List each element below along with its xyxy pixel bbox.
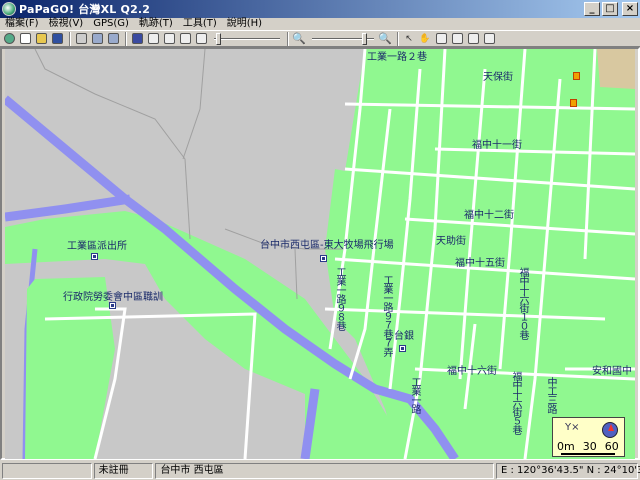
map-mode-2-icon[interactable] [450, 32, 464, 46]
toolbar-separator [125, 31, 127, 46]
play-icon[interactable] [194, 32, 208, 46]
scale-right: 60 [604, 440, 619, 453]
save-icon[interactable] [50, 32, 64, 46]
toolbar-separator [397, 31, 399, 46]
zoom-slider-thumb[interactable] [362, 32, 367, 45]
registration-status: 未註冊 [93, 462, 154, 479]
playback-slider-thumb[interactable] [216, 32, 221, 45]
street-label: 福中十五街 [455, 258, 505, 269]
street-label: 福中十六街５巷 [510, 371, 521, 434]
status-empty [2, 462, 92, 479]
zoom-out-icon[interactable]: 🔍 [292, 32, 306, 46]
status-bar: 未註冊 台中市 西屯區 E : 120°36'43.5" N : 24°10'3… [0, 461, 640, 480]
poi-marker-icon[interactable] [573, 72, 580, 80]
menu-bar: 檔案(F) 檢視(V) GPS(G) 軌跡(T) 工具(T) 說明(H) [0, 18, 640, 30]
street-label: 福中十一街 [472, 140, 522, 151]
menu-view[interactable]: 檢視(V) [44, 18, 89, 30]
new-file-icon[interactable] [18, 32, 32, 46]
place-label: 台中市西屯區-東大牧場飛行場 [260, 240, 394, 251]
location-status: 台中市 西屯區 [155, 462, 494, 479]
record-icon[interactable] [130, 32, 144, 46]
place-label: 工業區派出所 [67, 241, 127, 252]
hand-icon[interactable]: ✋ [418, 32, 432, 46]
app-icon [2, 2, 16, 16]
menu-file[interactable]: 檔案(F) [0, 18, 44, 30]
window-title: PaPaGO! 台灣XL Q2.2 [19, 3, 151, 16]
compass-icon[interactable] [602, 422, 618, 438]
map-mode-3-icon[interactable] [466, 32, 480, 46]
gps-signal-icon: Y× [565, 422, 580, 433]
toolbar: 🔍 🔍 ↖ ✋ [0, 30, 640, 47]
menu-help[interactable]: 說明(H) [222, 18, 267, 30]
sand-area [597, 49, 635, 89]
globe-icon[interactable] [2, 32, 16, 46]
playback-slider[interactable] [214, 32, 280, 45]
street-label: 中工三路 [545, 377, 556, 413]
place-label: 台銀 [394, 331, 414, 342]
maximize-button[interactable]: □ [602, 2, 618, 16]
street-label: 工業一路 [409, 377, 420, 413]
zoom-slider[interactable] [312, 32, 374, 45]
police-poi-icon[interactable] [91, 253, 98, 260]
scale-mid: 30 [582, 440, 597, 453]
map-graphics [5, 49, 635, 459]
title-bar: PaPaGO! 台灣XL Q2.2 _ □ × [0, 0, 640, 18]
close-button[interactable]: × [622, 2, 638, 16]
menu-tools[interactable]: 工具(T) [178, 18, 222, 30]
street-label: 天保街 [483, 72, 513, 83]
menu-track[interactable]: 軌跡(T) [134, 18, 178, 30]
road-west [182, 49, 206, 160]
pointer-icon[interactable]: ↖ [402, 32, 416, 46]
rewind-icon[interactable] [146, 32, 160, 46]
forward-icon[interactable] [106, 32, 120, 46]
poi-marker-icon[interactable] [570, 99, 577, 107]
place-label: 安和國中 [592, 366, 632, 377]
print-icon[interactable] [74, 32, 88, 46]
stop-icon[interactable] [162, 32, 176, 46]
training-center-poi-icon[interactable] [109, 302, 116, 309]
coordinates-status: E : 120°36'43.5" N : 24°10'32.7 [496, 462, 640, 479]
road-west [294, 248, 298, 300]
toolbar-separator [287, 31, 289, 46]
open-folder-icon[interactable] [34, 32, 48, 46]
scale-bar [561, 453, 615, 455]
back-icon[interactable] [90, 32, 104, 46]
minimize-button[interactable]: _ [584, 2, 600, 16]
scale-left: 0m [557, 440, 575, 453]
toolbar-separator [69, 31, 71, 46]
street-label: 工業一路９７巷７弄 [381, 275, 392, 356]
street-label: 福中十二街 [464, 210, 514, 221]
map-mode-1-icon[interactable] [434, 32, 448, 46]
pause-icon[interactable] [178, 32, 192, 46]
street-label: 福中十六街１０巷 [517, 267, 528, 339]
street-label: 天助街 [436, 236, 466, 247]
street-label: 工業一路２巷 [367, 52, 427, 63]
scale-indicator: Y× 0m 30 60 [552, 417, 625, 457]
fullscreen-icon[interactable] [482, 32, 496, 46]
zoom-in-icon[interactable]: 🔍 [378, 32, 392, 46]
street-label: 福中十六街 [447, 366, 497, 377]
menu-gps[interactable]: GPS(G) [88, 18, 134, 30]
airfield-poi-icon[interactable] [320, 255, 327, 262]
map-canvas[interactable]: 工業一路２巷 天保街 福中十一街 福中十二街 天助街 福中十五街 福中十六街１０… [5, 49, 635, 459]
street-label: 工業一路９８巷 [334, 267, 345, 330]
bank-poi-icon[interactable] [399, 345, 406, 352]
